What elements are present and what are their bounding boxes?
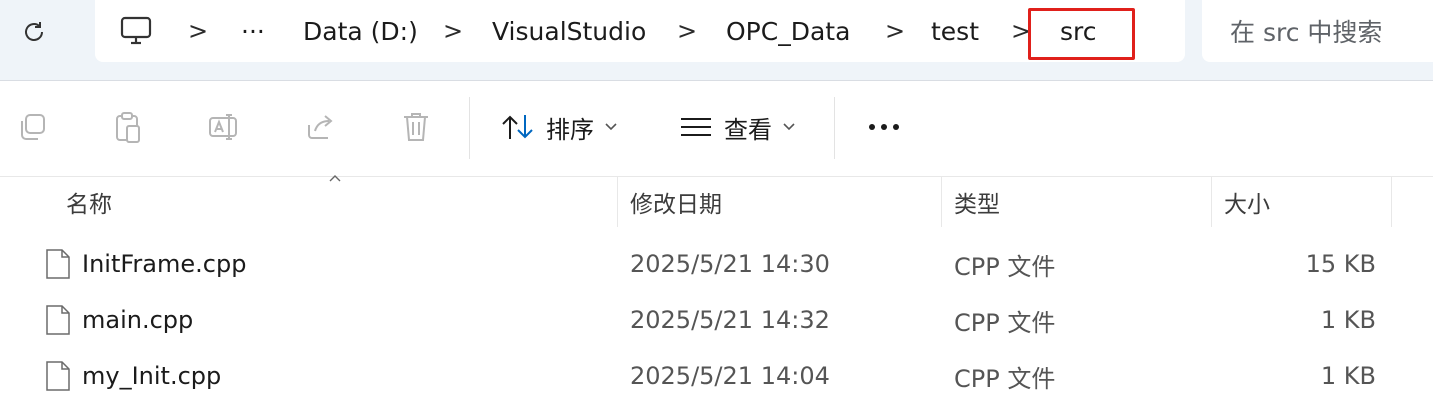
- view-button[interactable]: 查看: [678, 103, 796, 151]
- breadcrumb-drive[interactable]: Data (D:): [303, 0, 418, 62]
- sort-button[interactable]: 排序: [500, 103, 618, 151]
- file-name: main.cpp: [82, 306, 194, 334]
- chevron-down-icon: [783, 123, 795, 131]
- copy-icon: [21, 114, 45, 140]
- breadcrumb-separator[interactable]: >: [677, 0, 697, 62]
- computer-icon: [120, 16, 152, 45]
- highlight-box: [1028, 8, 1135, 60]
- rename-icon: [209, 114, 237, 140]
- file-row[interactable]: main.cpp 2025/5/21 14:32 CPP 文件 1 KB: [0, 292, 1433, 348]
- file-size: 1 KB: [1320, 306, 1376, 334]
- file-name: my_Init.cpp: [82, 362, 222, 390]
- refresh-icon: [25, 22, 43, 41]
- breadcrumb-opc-data[interactable]: OPC_Data: [726, 0, 850, 62]
- breadcrumb-separator[interactable]: >: [188, 0, 208, 62]
- column-divider[interactable]: [941, 177, 942, 227]
- breadcrumb-separator[interactable]: >: [885, 0, 905, 62]
- breadcrumb-test[interactable]: test: [931, 0, 979, 62]
- column-divider[interactable]: [1211, 177, 1212, 227]
- refresh-button[interactable]: [14, 12, 54, 52]
- file-date: 2025/5/21 14:04: [630, 362, 830, 390]
- view-label: 查看: [724, 115, 772, 144]
- address-bar-region: > ··· Data (D:) > VisualStudio > OPC_Dat…: [0, 0, 1433, 81]
- file-name: InitFrame.cpp: [82, 250, 247, 278]
- share-icon: [308, 115, 333, 139]
- file-date: 2025/5/21 14:30: [630, 250, 830, 278]
- column-header-type[interactable]: 类型: [954, 177, 1204, 227]
- share-button[interactable]: [300, 107, 340, 147]
- file-row[interactable]: my_Init.cpp 2025/5/21 14:04 CPP 文件 1 KB: [0, 348, 1433, 404]
- paste-button[interactable]: [108, 107, 148, 147]
- file-size: 15 KB: [1305, 250, 1376, 278]
- more-icon: [869, 124, 899, 130]
- file-type: CPP 文件: [954, 364, 1056, 393]
- delete-button[interactable]: [396, 107, 436, 147]
- breadcrumb-visualstudio[interactable]: VisualStudio: [492, 0, 646, 62]
- sort-label: 排序: [546, 115, 594, 144]
- file-list: 名称 修改日期 类型 大小 InitFrame.cpp 2025/5/21 14…: [0, 175, 1433, 414]
- address-bar[interactable]: > ··· Data (D:) > VisualStudio > OPC_Dat…: [95, 0, 1185, 62]
- toolbar-divider: [834, 97, 835, 159]
- file-size: 1 KB: [1320, 362, 1376, 390]
- file-date: 2025/5/21 14:32: [630, 306, 830, 334]
- rename-button[interactable]: [204, 107, 244, 147]
- sort-icon: [502, 115, 533, 139]
- breadcrumb-separator[interactable]: >: [443, 0, 463, 62]
- file-icon: [46, 305, 70, 335]
- column-header-date[interactable]: 修改日期: [630, 177, 930, 227]
- search-box[interactable]: 在 src 中搜索: [1202, 0, 1433, 62]
- more-button[interactable]: [862, 103, 906, 151]
- chevron-down-icon: [605, 123, 617, 131]
- view-icon: [681, 118, 711, 136]
- file-type: CPP 文件: [954, 252, 1056, 281]
- copy-button[interactable]: [12, 107, 52, 147]
- paste-icon: [116, 112, 140, 143]
- file-type: CPP 文件: [954, 308, 1056, 337]
- this-pc-button[interactable]: [119, 0, 153, 62]
- column-header-size[interactable]: 大小: [1224, 177, 1384, 227]
- toolbar-divider: [469, 97, 470, 159]
- command-bar: 排序 查看: [0, 81, 1433, 175]
- delete-icon: [404, 113, 428, 141]
- column-divider[interactable]: [1391, 177, 1392, 227]
- column-divider[interactable]: [617, 177, 618, 227]
- search-placeholder: 在 src 中搜索: [1230, 18, 1383, 47]
- breadcrumb-overflow[interactable]: ···: [241, 0, 265, 62]
- column-header-row: 名称 修改日期 类型 大小: [0, 175, 1433, 227]
- file-row[interactable]: InitFrame.cpp 2025/5/21 14:30 CPP 文件 15 …: [0, 236, 1433, 292]
- file-icon: [46, 249, 70, 279]
- column-header-name[interactable]: 名称: [66, 177, 606, 227]
- file-icon: [46, 361, 70, 391]
